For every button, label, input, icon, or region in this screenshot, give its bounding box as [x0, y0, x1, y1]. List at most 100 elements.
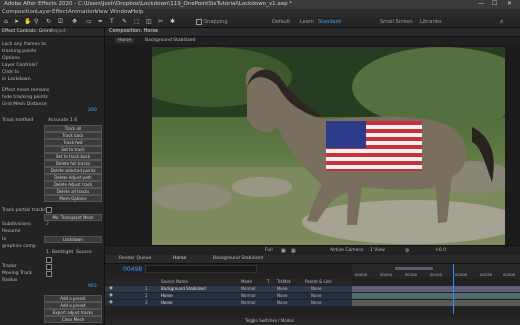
layer-parent-1[interactable]: None: [311, 286, 321, 291]
source-dropdown[interactable]: Source: [76, 250, 92, 255]
pan-tool-icon[interactable]: ✥: [72, 18, 77, 25]
roto-tool-icon[interactable]: ✂: [158, 18, 163, 25]
option-checkbox-3[interactable]: [46, 271, 52, 277]
tab-timeline-horse[interactable]: Horse: [173, 256, 186, 261]
workspace-small-screen[interactable]: Small Screen: [380, 19, 413, 25]
pen-tool-icon[interactable]: ✒: [98, 18, 103, 25]
rotate-tool-icon[interactable]: ↻: [46, 18, 51, 25]
playhead[interactable]: [453, 264, 454, 314]
export-adjust-tracks-button[interactable]: Export adjust tracks: [44, 309, 102, 316]
workspace-libraries[interactable]: Libraries: [420, 19, 442, 25]
delete-adjust-track-button[interactable]: Delete Adjust track: [44, 181, 102, 188]
tab-effect-controls[interactable]: Effect Controls: Grime: [2, 29, 53, 34]
menu-view[interactable]: View: [95, 9, 108, 15]
track-bar-1[interactable]: [352, 286, 520, 292]
search-icon[interactable]: ⌕: [500, 18, 503, 26]
comp-subtab-horse[interactable]: Horse: [115, 38, 135, 43]
view-layout-dropdown[interactable]: 1 View: [370, 248, 385, 253]
maximize-icon[interactable]: ☐: [492, 0, 497, 7]
minimize-icon[interactable]: —: [478, 0, 484, 7]
close-icon[interactable]: ✕: [507, 0, 512, 7]
stamp-tool-icon[interactable]: ⬚: [134, 18, 140, 25]
eye-icon[interactable]: ◉: [109, 300, 113, 305]
layer-parent-2[interactable]: None: [311, 293, 321, 298]
hand-tool-icon[interactable]: ✋: [24, 18, 31, 25]
partial-tracks-checkbox[interactable]: [46, 207, 52, 213]
tab-timeline-background[interactable]: Background Stabilized: [213, 256, 263, 261]
lockdown-button[interactable]: Lockdown: [44, 236, 102, 243]
layer-search-input[interactable]: [145, 265, 257, 273]
resolution-dropdown[interactable]: Full: [265, 248, 273, 253]
track-method-value[interactable]: Accurate 1.6: [48, 118, 77, 123]
workspace-learn[interactable]: Learn: [300, 19, 314, 25]
toggle-switches-modes[interactable]: Toggle Switches / Modes: [245, 318, 294, 323]
info-line-2: tracking points: [2, 49, 37, 54]
timecode-display[interactable]: 00498: [123, 266, 142, 273]
camera-tool-icon[interactable]: ⎚: [58, 18, 63, 26]
delete-selected-points-button[interactable]: Delete selected points: [44, 167, 102, 174]
menu-effect[interactable]: Effect: [52, 9, 68, 15]
region-icon[interactable]: ▣: [281, 248, 286, 254]
track-back-button[interactable]: Track back: [44, 132, 102, 139]
snapping-checkbox[interactable]: [196, 19, 202, 25]
grid-mesh-distance-value[interactable]: 200: [88, 108, 97, 113]
eraser-tool-icon[interactable]: ◫: [146, 18, 152, 25]
home-icon[interactable]: ⌂: [4, 18, 8, 25]
add-preset-button-1[interactable]: Add a preset: [44, 295, 102, 302]
menu-help[interactable]: Help: [131, 9, 144, 15]
tab-composition[interactable]: Composition: Horse: [109, 28, 158, 34]
eye-icon[interactable]: ◉: [109, 293, 113, 298]
layer-trkmat-1[interactable]: None: [277, 286, 287, 291]
transplant-mesh-button[interactable]: Mx: Transplant Mesh: [44, 214, 102, 221]
add-preset-button-2[interactable]: Add a preset: [44, 302, 102, 309]
layer-parent-3[interactable]: None: [311, 300, 321, 305]
track-bar-3[interactable]: [352, 300, 520, 306]
tab-project[interactable]: Project: [50, 29, 66, 34]
puppet-tool-icon[interactable]: ✱: [170, 18, 175, 25]
layer-mode-3[interactable]: Normal: [241, 300, 255, 305]
clear-mesh-button[interactable]: Clear Mesh: [44, 316, 102, 323]
selection-tool-icon[interactable]: ➤: [14, 18, 19, 25]
radius-value[interactable]: 903: [88, 284, 97, 289]
workspace-default[interactable]: Default: [272, 19, 290, 25]
layer-name-3[interactable]: Horse: [161, 300, 173, 305]
set-to-track-button[interactable]: Set to track: [44, 146, 102, 153]
track-fwd-button[interactable]: Track fwd: [44, 139, 102, 146]
brush-tool-icon[interactable]: ✎: [122, 18, 127, 25]
menu-layer[interactable]: Layer: [36, 9, 51, 15]
workspace-standard[interactable]: Standard: [318, 19, 341, 25]
composition-viewer[interactable]: [152, 47, 505, 245]
track-bar-2[interactable]: [352, 293, 520, 299]
option-checkbox-2[interactable]: [46, 264, 52, 270]
work-area-bar[interactable]: [395, 267, 433, 270]
layer-mode-2[interactable]: Normal: [241, 293, 255, 298]
camera-dropdown[interactable]: Active Camera: [330, 248, 363, 253]
menu-window[interactable]: Window: [110, 9, 132, 15]
layer-mode-1[interactable]: Normal: [241, 286, 255, 291]
delete-full-tracks-button[interactable]: Delete full tracks: [44, 160, 102, 167]
layer-trkmat-3[interactable]: None: [277, 300, 287, 305]
tab-render-queue[interactable]: Render Queue: [119, 256, 151, 261]
layer-trkmat-2[interactable]: None: [277, 293, 287, 298]
delete-all-tracks-button[interactable]: Delete all tracks: [44, 188, 102, 195]
track-all-button[interactable]: Track all: [44, 125, 102, 132]
layer-name-2[interactable]: Horse: [161, 293, 173, 298]
delete-adjust-path-button[interactable]: Delete Adjust path: [44, 174, 102, 181]
menu-animation[interactable]: Animation: [68, 9, 96, 15]
transparency-icon[interactable]: ▦: [291, 248, 296, 254]
rect-tool-icon[interactable]: ▭: [86, 18, 92, 25]
set-to-track-back-button[interactable]: Set to track back: [44, 153, 102, 160]
exposure-value[interactable]: +0.0: [435, 248, 446, 253]
subdivisions-value[interactable]: 2: [46, 222, 49, 227]
col-trkmat: TrkMat: [277, 279, 291, 284]
mesh-options-button[interactable]: Mesh Options: [44, 195, 102, 202]
zoom-tool-icon[interactable]: ⚲: [34, 18, 38, 25]
type-tool-icon[interactable]: T: [110, 18, 114, 25]
backlight-dropdown[interactable]: 1. Backlight: [46, 250, 73, 255]
render-icon[interactable]: ⚙: [405, 248, 409, 254]
comp-subtab-background[interactable]: Background Stabilized: [145, 38, 195, 43]
menu-composition[interactable]: Composition: [2, 9, 36, 15]
option-checkbox-1[interactable]: [46, 257, 52, 263]
layer-name-1[interactable]: Background Stabilized: [161, 286, 206, 291]
eye-icon[interactable]: ◉: [109, 286, 113, 291]
